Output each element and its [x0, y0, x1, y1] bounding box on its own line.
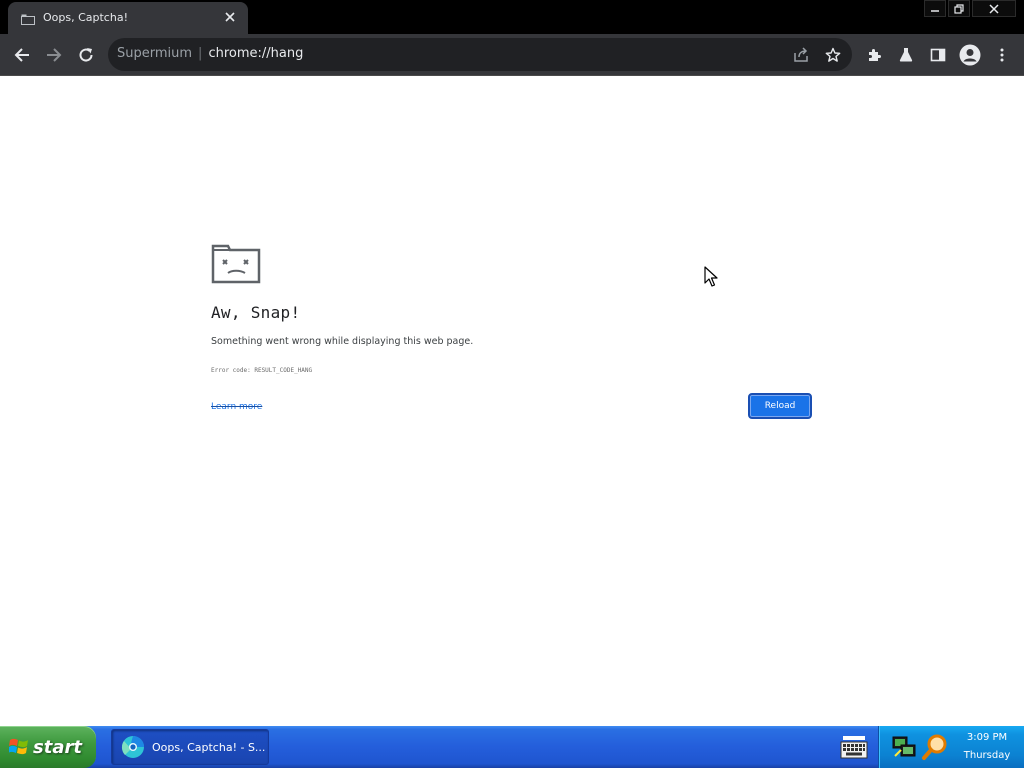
- side-panel-icon: [930, 48, 946, 62]
- tab-title: Oops, Captcha!: [43, 11, 128, 24]
- window-controls: [924, 0, 1016, 18]
- labs-icon: [899, 48, 913, 62]
- title-bar: Oops, Captcha!: [0, 0, 1024, 34]
- reload-toolbar-button[interactable]: [70, 39, 102, 71]
- forward-button[interactable]: [38, 39, 70, 71]
- network-icon[interactable]: [891, 734, 917, 760]
- labs-button[interactable]: [890, 39, 922, 71]
- mouse-cursor-icon: [704, 266, 718, 287]
- taskbar-item-label: Oops, Captcha! - S...: [152, 740, 266, 754]
- error-code: Error code: RESULT_CODE_HANG: [211, 367, 313, 374]
- extensions-icon: [869, 49, 881, 61]
- taskbar: start Oops, Captcha! - S... 3:09 PM Thur…: [0, 726, 1024, 768]
- share-icon[interactable]: [792, 46, 810, 64]
- clock-day: Thursday: [963, 750, 1011, 761]
- search-icon[interactable]: [921, 733, 949, 761]
- omnibox[interactable]: Supermium | chrome://hang: [108, 38, 852, 71]
- keyboard-icon[interactable]: [840, 734, 868, 760]
- start-button[interactable]: start: [0, 726, 96, 768]
- error-heading: Aw, Snap!: [211, 303, 301, 322]
- side-panel-button[interactable]: [922, 39, 954, 71]
- forward-icon: [47, 48, 62, 62]
- sad-tab-icon: [211, 244, 261, 284]
- page-content: Aw, Snap! Something went wrong while dis…: [0, 77, 1024, 726]
- omnibox-site-name: Supermium: [117, 46, 193, 61]
- tab-close-icon[interactable]: [222, 9, 238, 25]
- restore-button[interactable]: [948, 0, 970, 17]
- extensions-button[interactable]: [858, 39, 890, 71]
- reload-icon: [79, 48, 93, 62]
- tab-active[interactable]: Oops, Captcha!: [8, 2, 248, 34]
- minimize-button[interactable]: [924, 0, 946, 17]
- error-description: Something went wrong while displaying th…: [211, 336, 474, 347]
- browser-toolbar: Supermium | chrome://hang: [0, 34, 1024, 76]
- omnibox-url: chrome://hang: [208, 46, 304, 61]
- menu-button[interactable]: [986, 39, 1018, 71]
- sad-tab-favicon-icon: [21, 14, 35, 25]
- menu-icon: [1000, 48, 1004, 62]
- supermium-icon: [121, 736, 144, 758]
- star-icon[interactable]: [824, 46, 842, 64]
- profile-button[interactable]: [954, 39, 986, 71]
- profile-icon: [959, 44, 981, 66]
- learn-more-link[interactable]: Learn more: [211, 402, 262, 412]
- clock-time[interactable]: 3:09 PM: [961, 732, 1013, 743]
- back-button[interactable]: [6, 39, 38, 71]
- windows-logo-icon: [9, 738, 28, 755]
- window-close-button[interactable]: [972, 0, 1016, 17]
- system-tray: 3:09 PM Thursday: [878, 726, 1024, 768]
- reload-button[interactable]: Reload: [748, 393, 812, 419]
- back-icon: [14, 48, 29, 62]
- taskbar-item-browser[interactable]: Oops, Captcha! - S...: [111, 729, 269, 765]
- start-label: start: [33, 736, 82, 758]
